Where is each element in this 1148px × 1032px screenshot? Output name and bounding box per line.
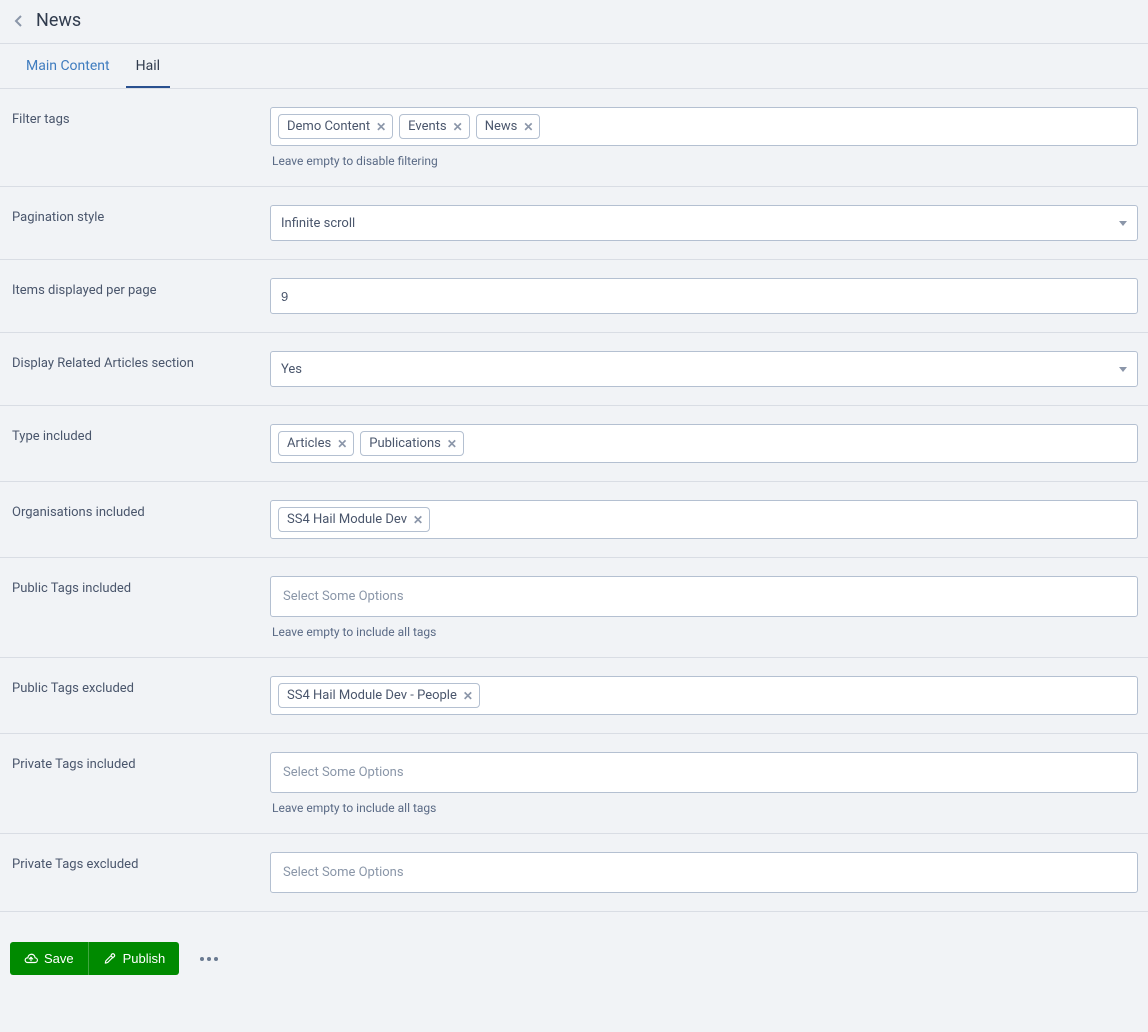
publish-button[interactable]: Publish bbox=[88, 942, 180, 975]
remove-chip-icon[interactable]: ✕ bbox=[447, 438, 457, 450]
tag-chip-label: Articles bbox=[287, 436, 331, 451]
label-organisations-included: Organisations included bbox=[12, 500, 270, 520]
tag-chip: Events ✕ bbox=[399, 114, 470, 139]
placeholder-text: Select Some Options bbox=[275, 581, 412, 612]
filter-tags-input[interactable]: Demo Content ✕ Events ✕ News ✕ bbox=[270, 107, 1138, 146]
tag-chip: Publications ✕ bbox=[360, 431, 464, 456]
row-organisations-included: Organisations included SS4 Hail Module D… bbox=[0, 482, 1148, 558]
row-display-related: Display Related Articles section Yes bbox=[0, 333, 1148, 406]
more-actions-button[interactable] bbox=[195, 945, 223, 973]
row-private-tags-included: Private Tags included Select Some Option… bbox=[0, 734, 1148, 834]
remove-chip-icon[interactable]: ✕ bbox=[413, 514, 423, 526]
placeholder-text: Select Some Options bbox=[275, 857, 412, 888]
help-text: Leave empty to include all tags bbox=[270, 801, 1138, 815]
tag-chip-label: SS4 Hail Module Dev - People bbox=[287, 688, 457, 703]
row-type-included: Type included Articles ✕ Publications ✕ bbox=[0, 406, 1148, 482]
back-arrow-icon[interactable] bbox=[10, 12, 28, 30]
public-tags-included-input[interactable]: Select Some Options bbox=[270, 576, 1138, 617]
form: Filter tags Demo Content ✕ Events ✕ News… bbox=[0, 89, 1148, 1032]
remove-chip-icon[interactable]: ✕ bbox=[376, 121, 386, 133]
caret-down-icon bbox=[1119, 367, 1127, 372]
row-items-per-page: Items displayed per page bbox=[0, 260, 1148, 333]
tag-chip-label: Events bbox=[408, 119, 446, 134]
tag-chip: Articles ✕ bbox=[278, 431, 354, 456]
display-related-select[interactable]: Yes bbox=[270, 351, 1138, 387]
tab-hail[interactable]: Hail bbox=[126, 44, 170, 88]
label-filter-tags: Filter tags bbox=[12, 107, 270, 127]
private-tags-excluded-input[interactable]: Select Some Options bbox=[270, 852, 1138, 893]
tag-chip: News ✕ bbox=[476, 114, 541, 139]
help-text: Leave empty to disable filtering bbox=[270, 154, 1138, 168]
select-value: Infinite scroll bbox=[281, 216, 355, 231]
more-icon bbox=[207, 957, 211, 961]
remove-chip-icon[interactable]: ✕ bbox=[453, 121, 463, 133]
row-public-tags-included: Public Tags included Select Some Options… bbox=[0, 558, 1148, 658]
remove-chip-icon[interactable]: ✕ bbox=[523, 121, 533, 133]
tag-chip-label: SS4 Hail Module Dev bbox=[287, 512, 407, 527]
save-button[interactable]: Save bbox=[10, 942, 88, 975]
help-text: Leave empty to include all tags bbox=[270, 625, 1138, 639]
remove-chip-icon[interactable]: ✕ bbox=[463, 690, 473, 702]
label-pagination-style: Pagination style bbox=[12, 205, 270, 225]
cloud-save-icon bbox=[24, 952, 38, 966]
public-tags-excluded-input[interactable]: SS4 Hail Module Dev - People ✕ bbox=[270, 676, 1138, 715]
pagination-style-select[interactable]: Infinite scroll bbox=[270, 205, 1138, 241]
label-public-tags-included: Public Tags included bbox=[12, 576, 270, 596]
tag-chip: SS4 Hail Module Dev ✕ bbox=[278, 507, 430, 532]
tab-bar: Main Content Hail bbox=[0, 44, 1148, 89]
items-per-page-field bbox=[270, 278, 1138, 314]
more-icon bbox=[214, 957, 218, 961]
publish-button-label: Publish bbox=[123, 951, 166, 966]
tag-chip-label: Demo Content bbox=[287, 119, 370, 134]
private-tags-included-input[interactable]: Select Some Options bbox=[270, 752, 1138, 793]
rocket-icon bbox=[103, 952, 117, 966]
label-type-included: Type included bbox=[12, 424, 270, 444]
caret-down-icon bbox=[1119, 221, 1127, 226]
label-items-per-page: Items displayed per page bbox=[12, 278, 270, 298]
select-value: Yes bbox=[281, 362, 302, 377]
page-title: News bbox=[36, 10, 81, 31]
tab-main-content[interactable]: Main Content bbox=[16, 44, 120, 88]
row-pagination-style: Pagination style Infinite scroll bbox=[0, 187, 1148, 260]
tag-chip: Demo Content ✕ bbox=[278, 114, 393, 139]
row-private-tags-excluded: Private Tags excluded Select Some Option… bbox=[0, 834, 1148, 912]
row-public-tags-excluded: Public Tags excluded SS4 Hail Module Dev… bbox=[0, 658, 1148, 734]
label-private-tags-excluded: Private Tags excluded bbox=[12, 852, 270, 872]
row-filter-tags: Filter tags Demo Content ✕ Events ✕ News… bbox=[0, 89, 1148, 187]
type-included-input[interactable]: Articles ✕ Publications ✕ bbox=[270, 424, 1138, 463]
page-header: News bbox=[0, 0, 1148, 44]
items-per-page-input[interactable] bbox=[271, 279, 1137, 313]
organisations-included-input[interactable]: SS4 Hail Module Dev ✕ bbox=[270, 500, 1138, 539]
remove-chip-icon[interactable]: ✕ bbox=[337, 438, 347, 450]
primary-actions: Save Publish bbox=[10, 942, 179, 975]
save-button-label: Save bbox=[44, 951, 74, 966]
action-bar: Save Publish bbox=[0, 932, 1148, 985]
label-display-related: Display Related Articles section bbox=[12, 351, 270, 371]
label-private-tags-included: Private Tags included bbox=[12, 752, 270, 772]
placeholder-text: Select Some Options bbox=[275, 757, 412, 788]
more-icon bbox=[200, 957, 204, 961]
tag-chip: SS4 Hail Module Dev - People ✕ bbox=[278, 683, 480, 708]
label-public-tags-excluded: Public Tags excluded bbox=[12, 676, 270, 696]
tag-chip-label: News bbox=[485, 119, 518, 134]
tag-chip-label: Publications bbox=[369, 436, 441, 451]
